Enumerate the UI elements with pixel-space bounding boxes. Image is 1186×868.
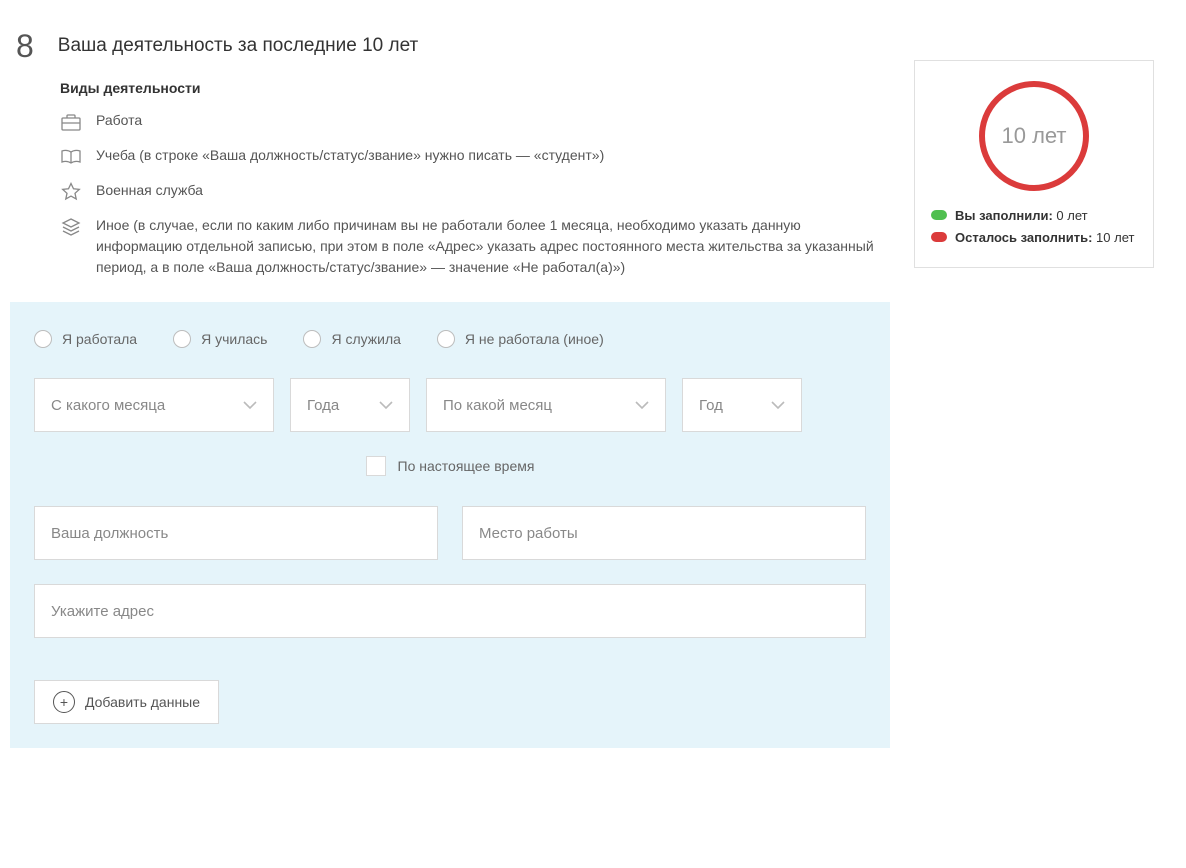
chevron-down-icon — [379, 401, 393, 410]
to-year-select[interactable]: Год — [682, 378, 802, 432]
to-month-select[interactable]: По какой месяц — [426, 378, 666, 432]
activity-work-text: Работа — [96, 110, 142, 131]
radio-none[interactable]: Я не работала (иное) — [437, 330, 604, 348]
address-input[interactable]: Укажите адрес — [34, 584, 866, 638]
filled-value: 0 лет — [1056, 208, 1087, 223]
activity-military: Военная служба — [60, 180, 890, 203]
activity-work: Работа — [60, 110, 890, 133]
radio-worked-label: Я работала — [62, 331, 137, 347]
filled-label: Вы заполнили: — [955, 208, 1053, 223]
radio-served-label: Я служила — [331, 331, 400, 347]
step-number: 8 — [16, 30, 34, 62]
radio-icon — [303, 330, 321, 348]
add-data-label: Добавить данные — [85, 694, 200, 710]
activity-other-text: Иное (в случае, если по каким либо причи… — [96, 215, 876, 278]
chevron-down-icon — [635, 401, 649, 410]
progress-ring-text: 10 лет — [1001, 123, 1066, 149]
remain-label: Осталось заполнить: — [955, 230, 1092, 245]
progress-ring: 10 лет — [979, 81, 1089, 191]
workplace-input[interactable]: Место работы — [462, 506, 866, 560]
activity-other: Иное (в случае, если по каким либо причи… — [60, 215, 890, 278]
legend-green-pill — [931, 210, 947, 220]
radio-icon — [34, 330, 52, 348]
to-month-placeholder: По какой месяц — [443, 397, 552, 414]
section-title: Ваша деятельность за последние 10 лет — [58, 35, 418, 57]
filled-line: Вы заполнили: 0 лет — [931, 207, 1137, 225]
star-icon — [60, 181, 82, 203]
activity-military-text: Военная служба — [96, 180, 203, 201]
remain-value: 10 лет — [1096, 230, 1134, 245]
legend-red-pill — [931, 232, 947, 242]
present-label: По настоящее время — [398, 458, 535, 474]
plus-icon: + — [53, 691, 75, 713]
remain-line: Осталось заполнить: 10 лет — [931, 229, 1137, 247]
activity-study-text: Учеба (в строке «Ваша должность/статус/з… — [96, 145, 604, 166]
radio-icon — [437, 330, 455, 348]
activities-heading: Виды деятельности — [60, 80, 890, 96]
book-icon — [60, 146, 82, 168]
activity-study: Учеба (в строке «Ваша должность/статус/з… — [60, 145, 890, 168]
to-year-placeholder: Год — [699, 397, 723, 414]
radio-icon — [173, 330, 191, 348]
chevron-down-icon — [243, 401, 257, 410]
from-month-placeholder: С какого месяца — [51, 397, 165, 414]
radio-none-label: Я не работала (иное) — [465, 331, 604, 347]
position-placeholder: Ваша должность — [51, 525, 168, 542]
address-placeholder: Укажите адрес — [51, 603, 154, 620]
radio-worked[interactable]: Я работала — [34, 330, 137, 348]
present-checkbox[interactable] — [366, 456, 386, 476]
radio-studied-label: Я училась — [201, 331, 267, 347]
from-month-select[interactable]: С какого месяца — [34, 378, 274, 432]
radio-studied[interactable]: Я училась — [173, 330, 267, 348]
briefcase-icon — [60, 111, 82, 133]
radio-served[interactable]: Я служила — [303, 330, 400, 348]
progress-card: 10 лет Вы заполнили: 0 лет Осталось запо… — [914, 60, 1154, 268]
position-input[interactable]: Ваша должность — [34, 506, 438, 560]
layers-icon — [60, 216, 82, 238]
from-year-placeholder: Года — [307, 397, 339, 414]
chevron-down-icon — [771, 401, 785, 410]
add-data-button[interactable]: + Добавить данные — [34, 680, 219, 724]
activity-form: Я работала Я училась Я служила Я не рабо… — [10, 302, 890, 748]
workplace-placeholder: Место работы — [479, 525, 578, 542]
from-year-select[interactable]: Года — [290, 378, 410, 432]
